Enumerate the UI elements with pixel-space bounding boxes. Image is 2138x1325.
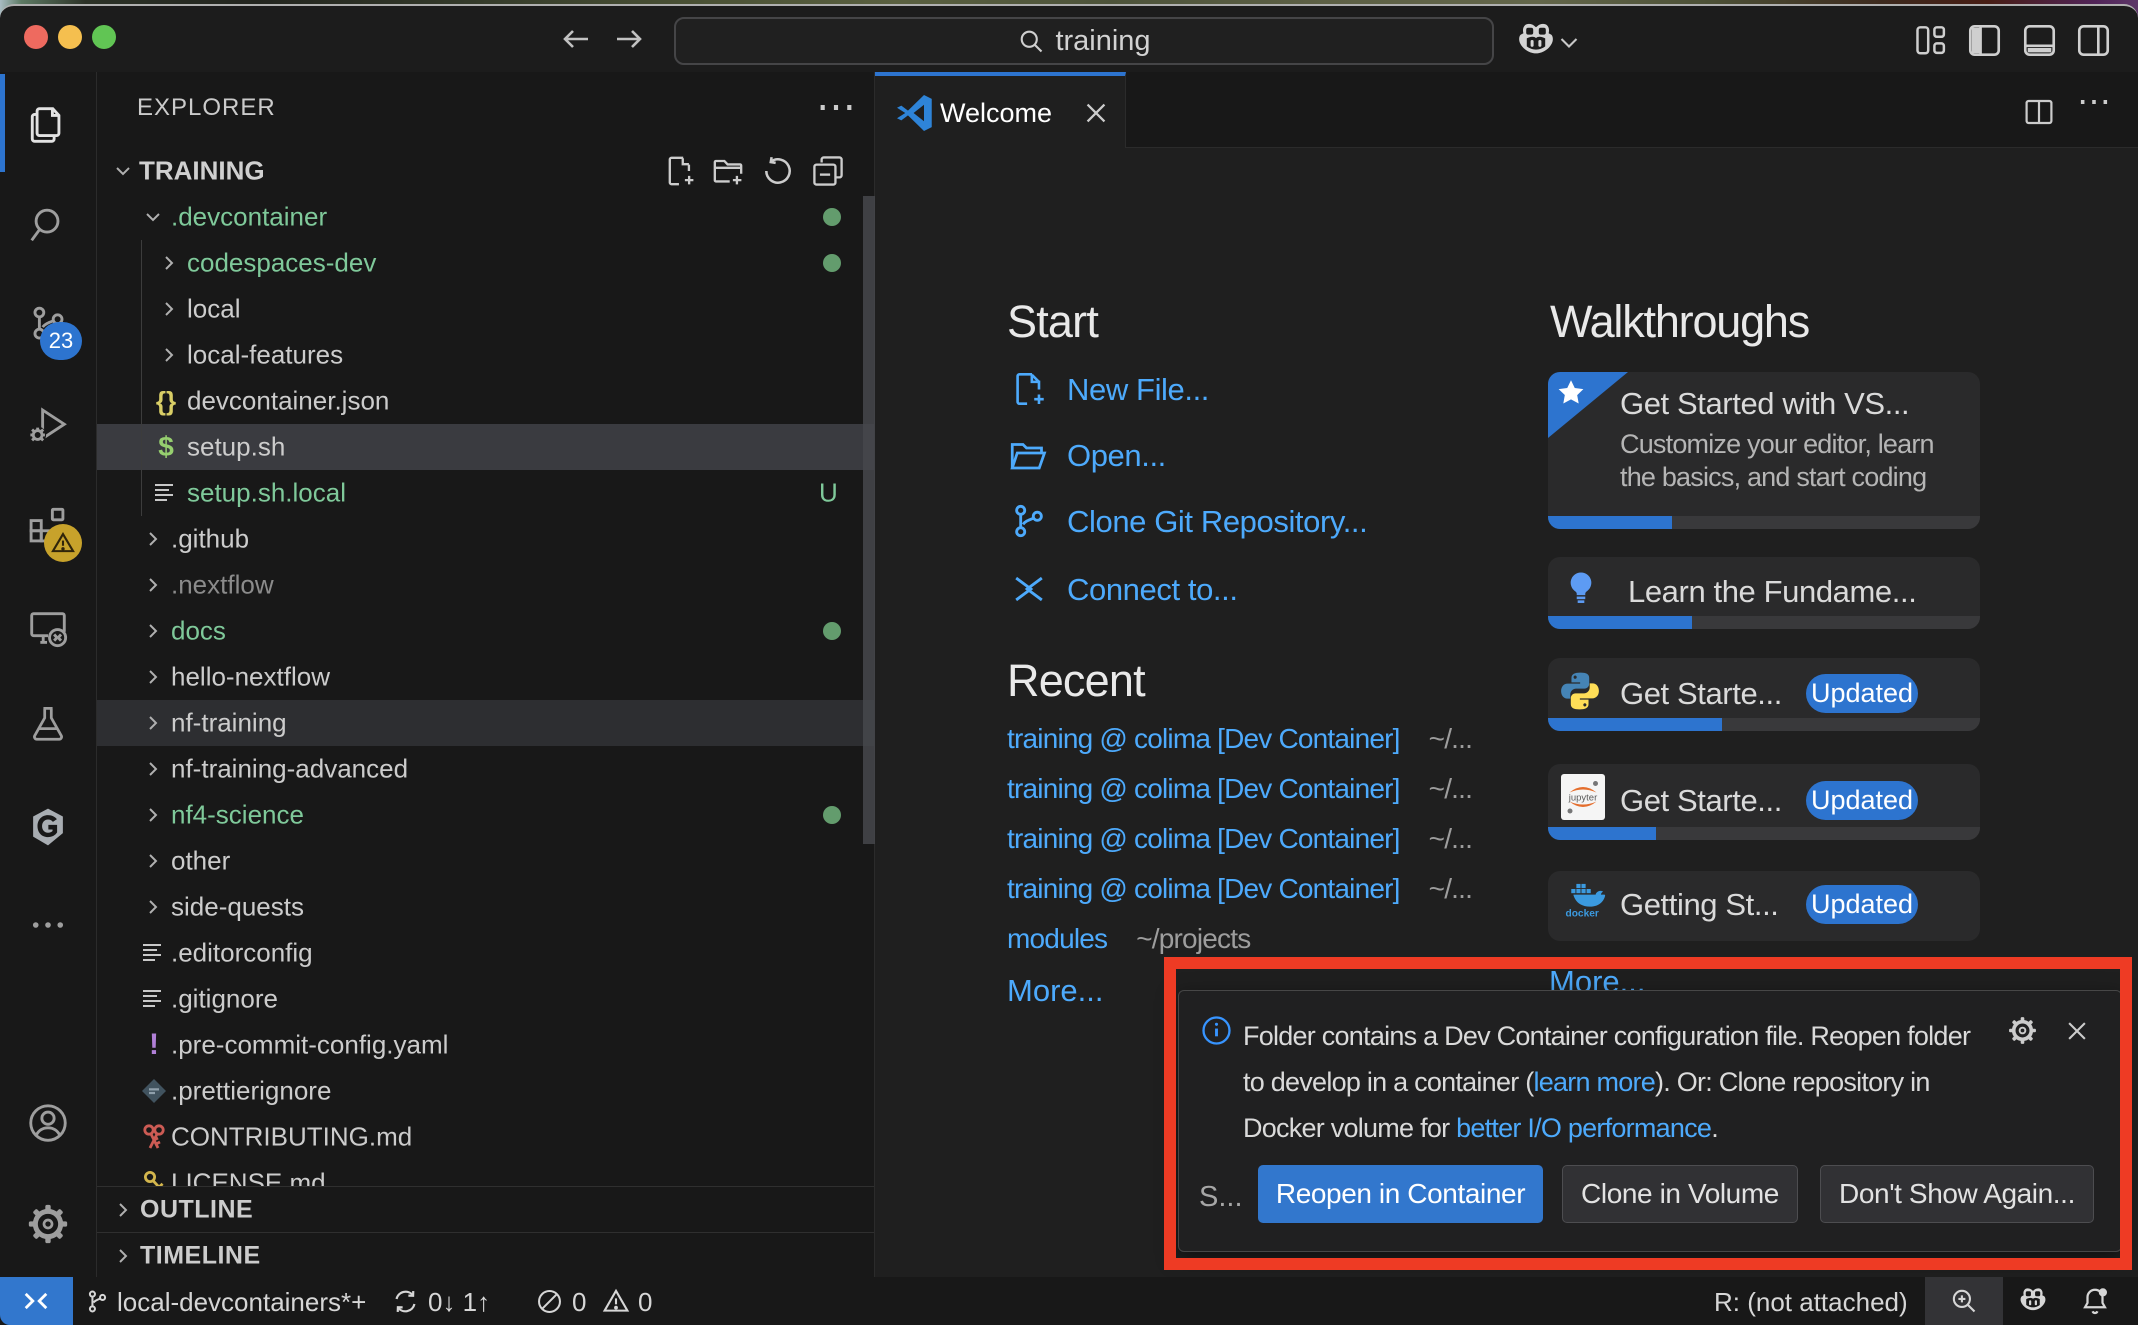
svg-text:jupyter: jupyter [1568, 793, 1598, 804]
svg-text:docker: docker [1566, 908, 1599, 919]
